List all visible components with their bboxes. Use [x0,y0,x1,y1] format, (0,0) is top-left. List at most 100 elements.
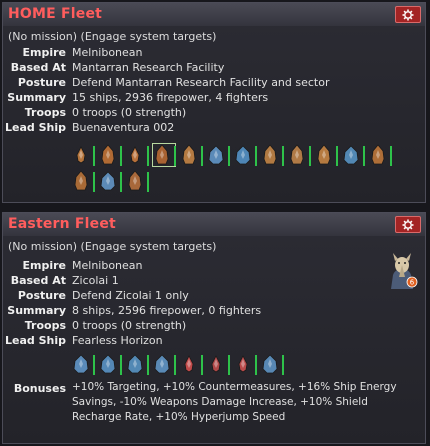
ship-item[interactable] [368,143,392,167]
ship-item[interactable] [125,143,149,167]
ship-list [71,143,421,195]
ship-item[interactable] [125,352,149,376]
ship-item[interactable] [206,143,230,167]
lead-ship-value[interactable]: Fearless Horizon [72,333,421,348]
frigate-ship-icon [154,354,170,374]
frigate-ship-icon [100,354,116,374]
ship-item[interactable] [206,352,230,376]
gear-icon [402,9,414,20]
ship-item[interactable] [179,143,203,167]
ship-item[interactable] [152,352,176,376]
troops-label: Troops [24,106,66,119]
ship-item[interactable] [179,352,203,376]
ship-item[interactable] [98,143,122,167]
posture-label: Posture [17,76,66,89]
fleet-mission: (No mission) (Engage system targets) [8,240,217,253]
fighter-ship-icon [76,146,86,164]
ship-item[interactable] [287,143,311,167]
posture-label: Posture [17,289,66,302]
empire-label: Empire [22,46,66,59]
ship-health-bar [93,146,95,166]
ship-health-bar [309,146,311,166]
ship-item[interactable] [314,143,338,167]
fighter-ship-icon [130,146,140,164]
fleet-panel-home: HOME Fleet (No mission) (Engage system t… [2,2,426,203]
bonuses-label: Bonuses [13,382,66,395]
cruiser-ship-icon [128,170,142,191]
summary-value: 15 ships, 2936 firepower, 4 fighters [72,91,269,104]
ship-health-bar [390,146,392,166]
troops-value: 0 troops (0 strength) [72,319,187,332]
summary-label: Summary [7,304,66,317]
ship-health-bar [201,355,203,375]
ship-health-bar [147,355,149,375]
frigate-ship-icon [235,145,251,165]
empire-label: Empire [22,259,66,272]
ship-health-bar [120,172,122,192]
ship-item[interactable] [71,143,95,167]
ship-item[interactable] [98,352,122,376]
cruiser-ship-icon [317,144,331,165]
ship-health-bar [201,146,203,166]
ship-health-bar [282,355,284,375]
ship-item[interactable] [341,143,365,167]
fleet-panel-eastern: Eastern Fleet (No mission) (Engage syste… [2,212,426,444]
ship-item[interactable] [98,169,122,193]
fighter-ship-icon [184,355,194,373]
frigate-ship-icon [208,145,224,165]
ship-item[interactable] [71,169,95,193]
ship-health-bar [174,146,176,166]
fleet-settings-button[interactable] [395,216,421,233]
cruiser-ship-icon [371,144,385,165]
empire-value: Melnibonean [72,46,143,59]
based-at-value[interactable]: Zicolai 1 [72,273,421,288]
fleet-title[interactable]: Eastern Fleet [8,216,116,232]
fleet-mission: (No mission) (Engage system targets) [8,30,217,43]
frigate-ship-icon [343,145,359,165]
cruiser-ship-icon [263,144,277,165]
posture-value: Defend Zicolai 1 only [72,289,189,302]
bonuses-value: +10% Targeting, +10% Countermeasures, +1… [72,381,397,423]
fleet-info: Empire Melnibonean Based At Mantarran Rese… [3,45,425,135]
troops-label: Troops [24,319,66,332]
lead-ship-label: Lead Ship [5,121,66,134]
frigate-ship-icon [262,354,278,374]
cruiser-ship-icon [74,170,88,191]
ship-health-bar [336,146,338,166]
summary-value: 8 ships, 2596 firepower, 0 fighters [72,304,262,317]
ship-health-bar [93,172,95,192]
fleet-header: Eastern Fleet [3,213,425,236]
cruiser-ship-icon [290,144,304,165]
posture-value: Defend Mantarran Research Facility and s… [72,76,330,89]
ship-health-bar [255,355,257,375]
ship-health-bar [93,355,95,375]
ship-health-bar [363,146,365,166]
frigate-ship-icon [73,354,89,374]
cruiser-ship-icon [155,144,169,165]
ship-item[interactable] [125,169,149,193]
ship-health-bar [255,146,257,166]
troops-value: 0 troops (0 strength) [72,106,187,119]
fighter-ship-icon [238,355,248,373]
fleet-title[interactable]: HOME Fleet [8,6,102,22]
ship-health-bar [120,146,122,166]
ship-health-bar [228,146,230,166]
ship-item[interactable] [260,143,284,167]
lead-ship-label: Lead Ship [5,334,66,347]
based-at-label: Based At [10,274,66,287]
fleet-settings-button[interactable] [395,6,421,23]
lead-ship-value[interactable]: Buenaventura 002 [72,120,421,135]
ship-item[interactable] [233,143,257,167]
ship-item[interactable] [71,352,95,376]
frigate-ship-icon [127,354,143,374]
summary-label: Summary [7,91,66,104]
ship-item[interactable] [233,352,257,376]
based-at-label: Based At [10,61,66,74]
ship-item[interactable] [260,352,284,376]
based-at-value[interactable]: Mantarran Research Facility [72,60,421,75]
ship-health-bar [174,355,176,375]
gear-icon [402,219,414,230]
ship-item[interactable] [152,143,176,167]
cruiser-ship-icon [182,144,196,165]
ship-health-bar [147,172,149,192]
